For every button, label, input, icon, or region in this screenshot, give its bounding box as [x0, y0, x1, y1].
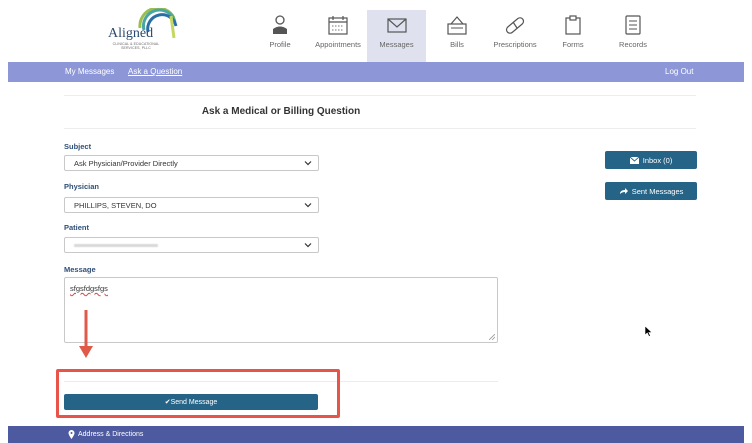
- divider: [64, 95, 696, 96]
- physician-value: PHILLIPS, STEVEN, DO: [74, 201, 157, 210]
- logout-link[interactable]: Log Out: [665, 67, 693, 76]
- page-title: Ask a Medical or Billing Question: [201, 106, 361, 117]
- physician-label: Physician: [64, 182, 100, 191]
- nav-label: Bills: [450, 40, 464, 49]
- bills-icon: [447, 16, 467, 35]
- nav-bills[interactable]: Bills: [444, 10, 470, 62]
- pill-icon: [505, 17, 525, 34]
- message-label: Message: [64, 265, 96, 274]
- top-navigation-bar: Aligned CLINICAL & EDUCATIONAL SERVICES,…: [0, 0, 752, 62]
- nav-label: Forms: [562, 40, 584, 49]
- clipboard-icon: [565, 15, 581, 35]
- send-message-button[interactable]: ✔Send Message: [64, 394, 318, 410]
- sent-messages-button[interactable]: Sent Messages: [605, 182, 697, 200]
- aligned-logo[interactable]: Aligned CLINICAL & EDUCATIONAL SERVICES,…: [100, 8, 188, 56]
- inbox-button[interactable]: Inbox (0): [605, 151, 697, 169]
- share-arrow-icon: [619, 188, 628, 194]
- patient-select[interactable]: [64, 237, 319, 253]
- envelope-icon: [386, 18, 407, 33]
- nav-label: Appointments: [315, 40, 361, 49]
- my-messages-link[interactable]: My Messages: [65, 67, 114, 76]
- subject-select[interactable]: Ask Physician/Provider Directly: [64, 155, 319, 171]
- physician-select[interactable]: PHILLIPS, STEVEN, DO: [64, 197, 319, 213]
- address-directions-link[interactable]: Address & Directions: [78, 431, 143, 438]
- calendar-icon: [328, 16, 348, 35]
- nav-messages[interactable]: Messages: [367, 10, 426, 62]
- subject-label: Subject: [64, 142, 92, 151]
- sub-navigation-bar: My Messages Ask a Question Log Out: [8, 62, 744, 82]
- nav-label: Prescriptions: [493, 40, 537, 49]
- sent-messages-label: Sent Messages: [631, 187, 684, 196]
- redacted-patient-name: [74, 244, 158, 247]
- inbox-label: Inbox (0): [642, 156, 673, 165]
- message-text: sfgsfdgsfgs: [70, 284, 108, 293]
- records-icon: [625, 15, 641, 35]
- brand-tagline: CLINICAL & EDUCATIONAL SERVICES, PLLC: [112, 42, 160, 50]
- ask-question-link[interactable]: Ask a Question: [128, 67, 182, 76]
- message-textarea[interactable]: sfgsfdgsfgs: [64, 277, 498, 343]
- profile-icon: [273, 15, 287, 34]
- divider: [64, 128, 696, 129]
- chevron-down-icon: [304, 203, 312, 208]
- nav-label: Records: [619, 40, 647, 49]
- envelope-icon: [629, 156, 639, 164]
- map-pin-icon: [68, 430, 75, 439]
- brand-name: Aligned: [108, 26, 154, 41]
- annotation-arrow-icon: [79, 310, 93, 358]
- chevron-down-icon: [304, 243, 312, 248]
- nav-forms[interactable]: Forms: [561, 10, 585, 62]
- patient-label: Patient: [64, 223, 90, 232]
- footer-bar: Address & Directions: [8, 426, 744, 443]
- mouse-cursor-icon: [645, 326, 653, 337]
- nav-profile[interactable]: Profile: [266, 10, 294, 62]
- nav-prescriptions[interactable]: Prescriptions: [491, 10, 539, 62]
- resize-handle-icon[interactable]: [489, 334, 495, 340]
- nav-label: Messages: [379, 40, 414, 49]
- nav-records[interactable]: Records: [618, 10, 648, 62]
- nav-appointments[interactable]: Appointments: [310, 10, 366, 62]
- chevron-down-icon: [304, 161, 312, 166]
- nav-label: Profile: [269, 40, 291, 49]
- subject-value: Ask Physician/Provider Directly: [74, 159, 178, 168]
